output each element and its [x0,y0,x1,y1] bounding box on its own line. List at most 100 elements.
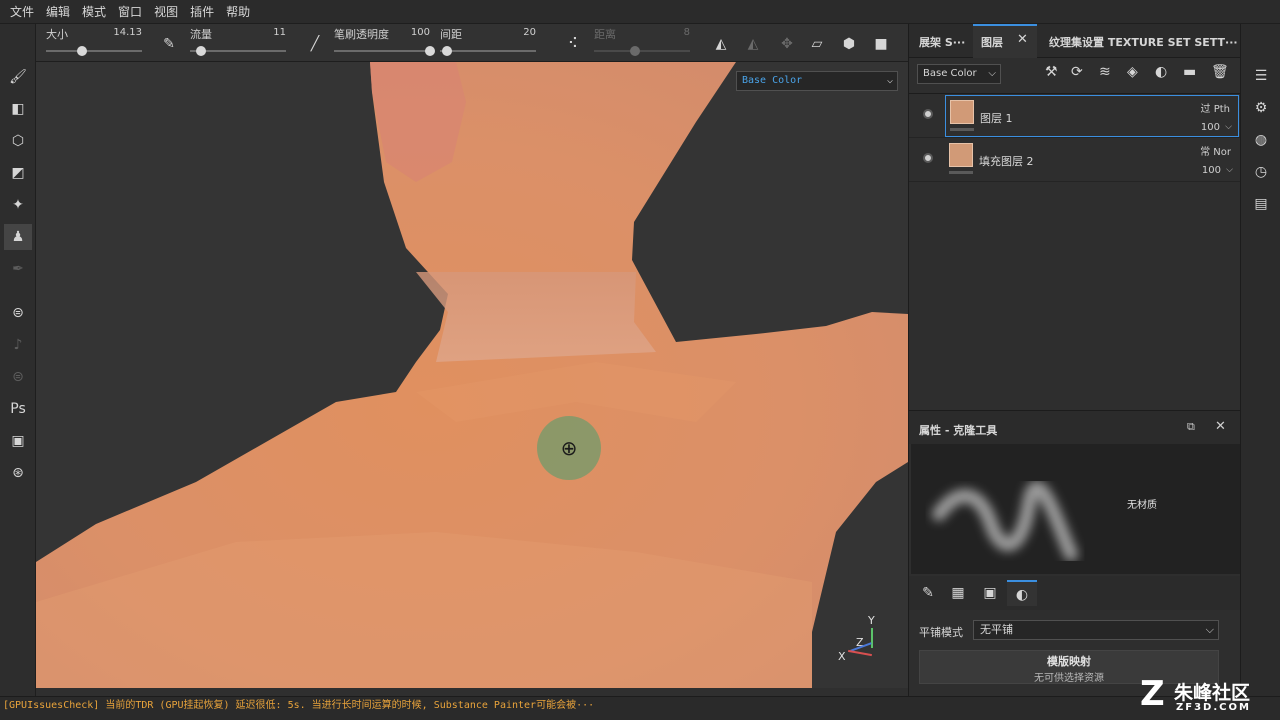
view-cube-icon[interactable]: ⬢ [838,34,860,54]
spacing-value[interactable]: 20 [496,27,536,38]
properties-header: 属性 - 克隆工具 ⧉ ✕ [909,410,1241,444]
layer-opacity[interactable]: 100 [1201,122,1220,133]
flow-value[interactable]: 11 [246,27,286,38]
photoshop-export-icon[interactable]: Ps [4,396,32,422]
add-fill-layer-icon[interactable]: ◈ [1127,64,1138,80]
projection-mode-icon[interactable]: ▱ [806,34,828,54]
close-icon[interactable]: ✕ [1017,32,1028,47]
no-material-label: 无材质 [1127,500,1157,511]
add-smart-mask-icon[interactable]: ◐ [1155,64,1167,80]
brush-opacity-slider-knob[interactable] [425,46,435,56]
log-icon[interactable]: ▤ [1249,192,1273,216]
display-settings-icon[interactable]: ◍ [1249,128,1273,152]
viewport-channel-dropdown[interactable]: Base Color ⌵ [736,71,898,91]
history-icon[interactable]: ◷ [1249,160,1273,184]
menu-help[interactable]: 帮助 [220,3,256,20]
eraser-icon[interactable]: ◧ [4,96,32,122]
brush-opacity-slider[interactable] [334,50,430,52]
tiling-mode-dropdown[interactable]: 无平铺 ⌵ [973,620,1219,640]
menu-view[interactable]: 视图 [148,3,184,20]
tiling-mode-value: 无平铺 [980,623,1013,636]
add-layer-icon[interactable]: ≋ [1099,64,1111,80]
add-effect-icon[interactable]: ⚒ [1045,64,1058,80]
color-picker-icon: ✒ [12,261,24,277]
close-icon[interactable]: ✕ [1215,419,1226,434]
brush-size-pen-icon[interactable]: ✎ [158,34,180,54]
trash-icon[interactable]: 🗑 [1211,64,1229,80]
3d-viewport[interactable]: ⊕ Base Color ⌵ Y Z X [36,62,908,688]
size-value[interactable]: 14.13 [96,27,142,38]
alpha-tab-icon[interactable]: ▦ [943,580,973,606]
axis-x-label: X [838,650,846,663]
layer-blend-mode[interactable]: 过 Pth [1201,100,1230,115]
layer-thumbnail-bar [950,128,974,131]
size-slider[interactable] [46,50,142,52]
panel-tab-row: 展架 S··· 图层 ✕ 纹理集设置 TEXTURE SET SETT··· [909,24,1241,58]
paint-brush-icon[interactable]: 🖌 [4,64,32,90]
clone-tool-icon[interactable]: ♟ [4,224,32,250]
export-icon[interactable]: ▣ [4,428,32,454]
chevron-down-icon[interactable]: ⌵ [1226,165,1233,175]
spacing-slider[interactable] [440,50,536,52]
distance-label: 距离 [594,28,616,41]
add-folder-icon[interactable]: ▬ [1183,64,1196,80]
stencil-tab-icon[interactable]: ▣ [975,580,1005,606]
flow-slider-knob[interactable] [195,46,206,56]
layer-box[interactable]: 填充图层 2 常 Nor 100 ⌵ [945,139,1239,181]
layers-toolbar: Base Color ⌵ ⚒ ⟳ ≋ ◈ ◐ ▬ 🗑 [909,58,1241,94]
undock-icon[interactable]: ⧉ [1187,420,1195,434]
layers-stack-icon[interactable]: ☰ [1249,64,1273,88]
smudge-icon[interactable]: ✦ [4,192,32,218]
brush-tab-icon[interactable]: ✎ [913,580,943,606]
status-bar: [GPUIssuesCheck] 当前的TDR (GPU挂起恢复) 延迟很低: … [0,696,1280,720]
watermark-sub: ZF3D.COM [1176,702,1251,713]
size-slider-knob[interactable] [76,46,87,56]
properties-title: 属性 - 克隆工具 [919,424,998,437]
brush-opacity-label: 笔刷透明度 [334,28,389,41]
layer-blend-mode[interactable]: 常 Nor [1200,143,1231,158]
tab-layers[interactable]: 图层 [981,34,1003,50]
layer-opacity[interactable]: 100 [1202,165,1221,176]
spacing-label: 间距 [440,28,462,41]
add-mask-icon[interactable]: ⟳ [1071,64,1083,80]
watermark-logo: Z 朱峰社区 ZF3D.COM [1140,674,1270,716]
brush-stroke-preview-graphic [932,480,1078,561]
distance-slider [594,50,690,52]
distance-value: 8 [683,27,690,38]
camera-icon[interactable]: ■ [870,34,892,54]
tab-texture-set-settings[interactable]: 纹理集设置 TEXTURE SET SETT··· [1049,34,1238,50]
brush-opacity-value[interactable]: 100 [386,27,430,38]
chevron-down-icon: ⌵ [886,75,893,86]
watermark-main: 朱峰社区 [1174,682,1251,704]
tab-shelf[interactable]: 展架 S··· [919,34,965,50]
mirror-icon: ◭ [747,36,759,52]
tool-shelf: 🖌 ◧ ⬡ ◩ ✦ ♟ ✒ ⊜ ♪ ⊜ Ps ▣ ⊛ [0,24,36,696]
spacing-slider-knob[interactable] [441,46,452,56]
layer-row[interactable]: 图层 1 过 Pth 100 ⌵ [909,94,1241,138]
settings-icon[interactable]: ⚙ [1249,96,1273,120]
symmetry-icon[interactable]: ◭ [710,34,732,54]
chevron-down-icon: ⌵ [988,68,996,79]
substance-share-icon[interactable]: ⊛ [4,460,32,486]
lazy-mouse-icon[interactable]: ⠪ [562,34,584,54]
visibility-eye-icon[interactable] [923,109,933,119]
layer-name[interactable]: 图层 1 [980,110,1013,126]
chevron-down-icon[interactable]: ⌵ [1225,122,1232,132]
menu-mode[interactable]: 模式 [76,3,112,20]
layer-box[interactable]: 图层 1 过 Pth 100 ⌵ [945,95,1239,137]
projection-icon[interactable]: ⬡ [4,128,32,154]
menu-window[interactable]: 窗口 [112,3,148,20]
menu-plugins[interactable]: 插件 [184,3,220,20]
menu-file[interactable]: 文件 [4,3,40,20]
layers-channel-dropdown[interactable]: Base Color ⌵ [917,64,1001,84]
visibility-eye-icon[interactable] [923,153,933,163]
layers-channel-value: Base Color [923,68,977,79]
layer-name[interactable]: 填充图层 2 [979,153,1034,169]
menu-edit[interactable]: 编辑 [40,3,76,20]
pen-pressure-icon[interactable]: ╱ [304,34,326,54]
layer-row[interactable]: 填充图层 2 常 Nor 100 ⌵ [909,138,1241,182]
brush-stroke-preview: 无材质 [911,444,1241,574]
bake-icon[interactable]: ⊜ [4,300,32,326]
polygon-fill-icon[interactable]: ◩ [4,160,32,186]
material-tab-icon[interactable]: ◐ [1007,580,1037,606]
